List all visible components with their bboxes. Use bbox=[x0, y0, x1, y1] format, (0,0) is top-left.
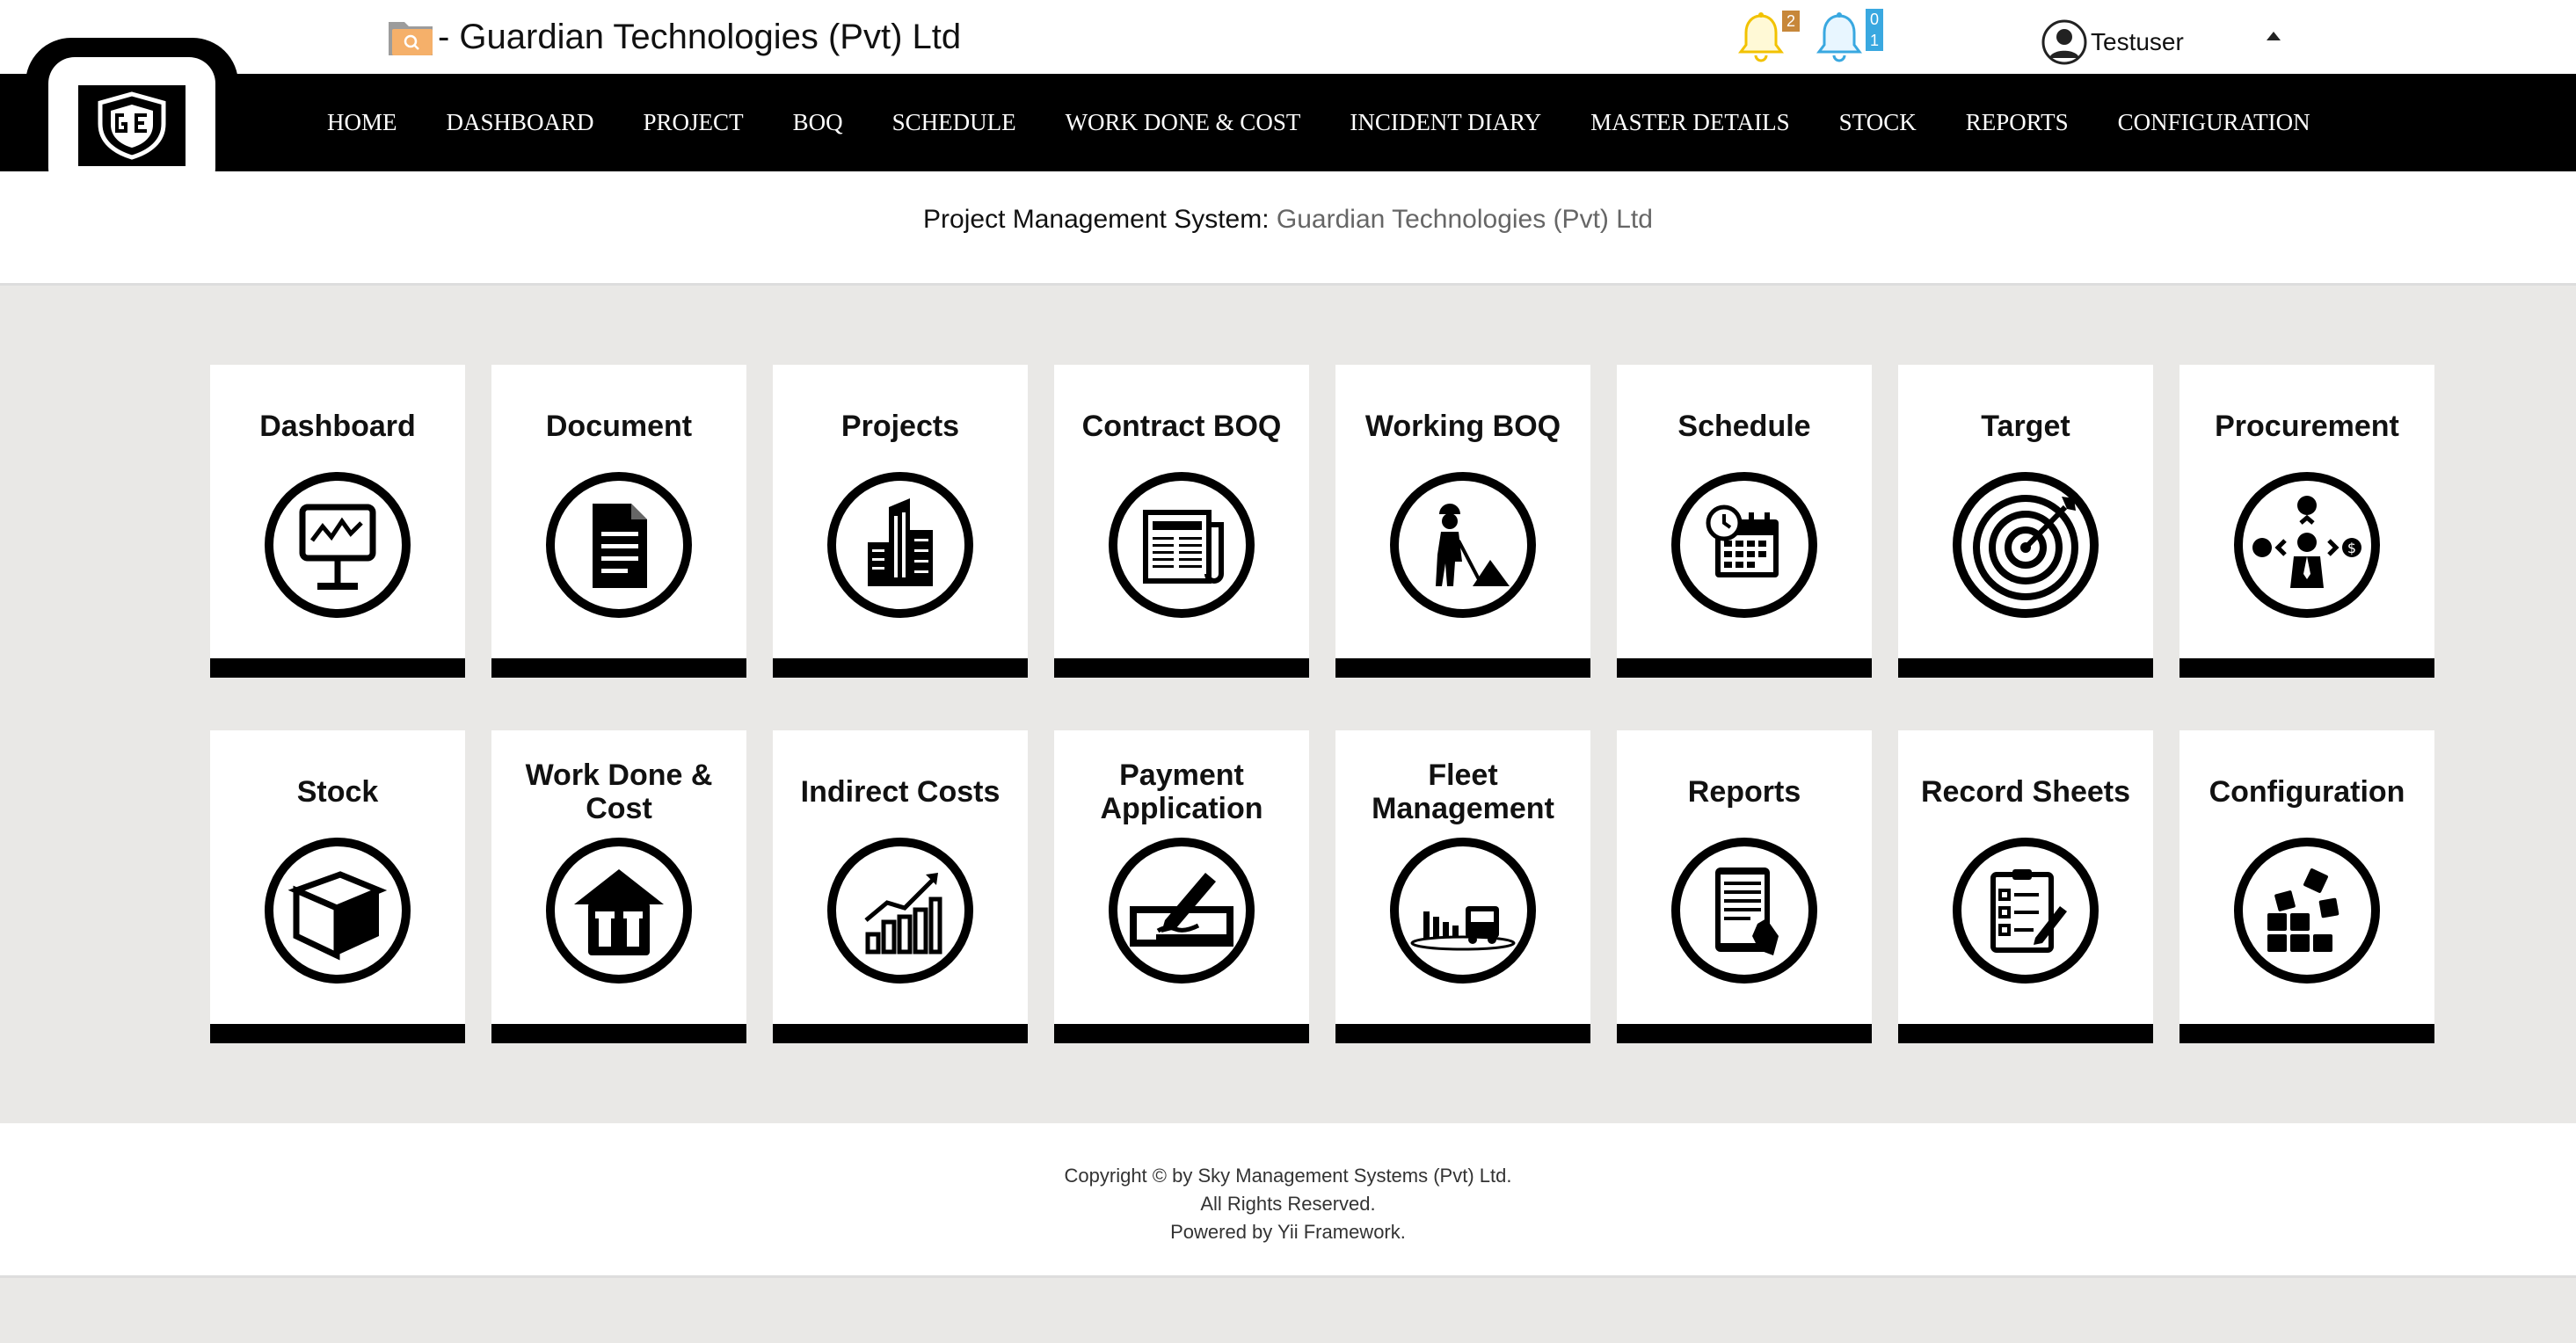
toolbox-icon bbox=[546, 838, 692, 984]
tile-label: Working BOQ bbox=[1364, 410, 1561, 443]
nav-schedule[interactable]: SCHEDULE bbox=[892, 109, 1016, 136]
tile-label: Payment Application bbox=[1100, 759, 1263, 825]
tile-indirect-costs[interactable]: Indirect Costs bbox=[773, 730, 1028, 1043]
alerts-bell-button[interactable]: 2 bbox=[1736, 11, 1801, 65]
yii-framework-link[interactable]: Yii Framework bbox=[1277, 1221, 1401, 1243]
tile-projects[interactable]: Projects bbox=[773, 365, 1028, 678]
user-menu[interactable]: Testuser bbox=[2041, 19, 2184, 65]
messages-count-badge-bottom: 1 bbox=[1866, 30, 1884, 51]
page-subtitle: Project Management System: Guardian Tech… bbox=[0, 205, 2576, 235]
cheque-pen-icon bbox=[1109, 838, 1255, 984]
building-icon bbox=[827, 472, 973, 618]
nav-configuration[interactable]: CONFIGURATION bbox=[2118, 109, 2310, 136]
module-grid: Dashboard Document Projects Contract BOQ… bbox=[210, 365, 2434, 1043]
nav-boq[interactable]: BOQ bbox=[793, 109, 843, 136]
tile-payment-application[interactable]: Payment Application bbox=[1054, 730, 1309, 1043]
nav-dashboard[interactable]: DASHBOARD bbox=[447, 109, 594, 136]
tile-contract-boq[interactable]: Contract BOQ bbox=[1054, 365, 1309, 678]
tile-label: Contract BOQ bbox=[1081, 410, 1282, 443]
tile-schedule[interactable]: Schedule bbox=[1617, 365, 1872, 678]
tile-dashboard[interactable]: Dashboard bbox=[210, 365, 465, 678]
tile-label: Procurement bbox=[2215, 410, 2399, 443]
alerts-count-badge: 2 bbox=[1782, 11, 1801, 32]
checklist-icon bbox=[1953, 838, 2099, 984]
blocks-icon bbox=[2234, 838, 2380, 984]
tile-working-boq[interactable]: Working BOQ bbox=[1335, 365, 1590, 678]
tile-label: Target bbox=[1981, 410, 2070, 443]
tile-document[interactable]: Document bbox=[491, 365, 746, 678]
tile-label: Stock bbox=[296, 775, 379, 809]
tile-reports[interactable]: Reports bbox=[1617, 730, 1872, 1043]
powered-by-prefix: Powered by bbox=[1170, 1221, 1277, 1243]
tile-label: Schedule bbox=[1677, 410, 1811, 443]
nav-menu: HOME DASHBOARD PROJECT BOQ SCHEDULE WORK… bbox=[327, 74, 2360, 171]
powered-by-line: Powered by Yii Framework. bbox=[0, 1218, 2576, 1246]
dashboard-monitor-icon bbox=[265, 472, 411, 618]
messages-count-badge-top: 0 bbox=[1866, 9, 1884, 30]
nav-incident-diary[interactable]: INCIDENT DIARY bbox=[1350, 109, 1541, 136]
nav-home[interactable]: HOME bbox=[327, 109, 397, 136]
tile-label: Document bbox=[545, 410, 693, 443]
procurement-icon: $ bbox=[2234, 472, 2380, 618]
svg-text:$: $ bbox=[2347, 540, 2356, 556]
subtitle-label: Project Management System: bbox=[923, 205, 1270, 234]
tile-stock[interactable]: Stock bbox=[210, 730, 465, 1043]
user-avatar-icon bbox=[2041, 19, 2087, 65]
shield-logo-icon bbox=[98, 91, 166, 160]
fleet-truck-icon bbox=[1390, 838, 1536, 984]
nav-work-done-cost[interactable]: WORK DONE & COST bbox=[1066, 109, 1301, 136]
rights-text: All Rights Reserved. bbox=[1200, 1193, 1376, 1215]
module-grid-area: Dashboard Document Projects Contract BOQ… bbox=[0, 286, 2576, 1123]
construction-worker-icon bbox=[1390, 472, 1536, 618]
box-icon bbox=[265, 838, 411, 984]
tile-label: Indirect Costs bbox=[800, 775, 1001, 809]
calendar-clock-icon bbox=[1671, 472, 1817, 618]
nav-stock[interactable]: STOCK bbox=[1839, 109, 1917, 136]
username: Testuser bbox=[2091, 28, 2184, 55]
tablet-report-icon bbox=[1671, 838, 1817, 984]
footer: Copyright © by Sky Management Systems (P… bbox=[0, 1123, 2576, 1278]
tile-configuration[interactable]: Configuration bbox=[2179, 730, 2434, 1043]
tile-label: Fleet Management bbox=[1372, 759, 1554, 825]
tile-label: Record Sheets bbox=[1920, 775, 2131, 809]
nav-reports[interactable]: REPORTS bbox=[1966, 109, 2069, 136]
messages-bell-button[interactable]: 0 1 bbox=[1815, 9, 1884, 65]
nav-project[interactable]: PROJECT bbox=[644, 109, 744, 136]
folder-search-icon bbox=[389, 22, 433, 55]
subtitle-value: Guardian Technologies (Pvt) Ltd bbox=[1276, 205, 1653, 234]
user-menu-caret-icon[interactable] bbox=[2267, 32, 2281, 40]
newspaper-icon bbox=[1109, 472, 1255, 618]
app-title-text: - Guardian Technologies (Pvt) Ltd bbox=[438, 17, 962, 56]
target-icon bbox=[1953, 472, 2099, 618]
tile-target[interactable]: Target bbox=[1898, 365, 2153, 678]
copyright-text: Copyright © by Sky Management Systems (P… bbox=[1064, 1165, 1512, 1187]
nav-master-details[interactable]: MASTER DETAILS bbox=[1590, 109, 1790, 136]
app-title: - Guardian Technologies (Pvt) Ltd bbox=[387, 12, 961, 62]
document-icon bbox=[546, 472, 692, 618]
tile-label: Projects bbox=[840, 410, 960, 443]
tile-label: Work Done & Cost bbox=[525, 759, 713, 825]
tile-label: Configuration bbox=[2209, 775, 2405, 809]
growth-chart-icon bbox=[827, 838, 973, 984]
bell-icon bbox=[1738, 12, 1784, 62]
subtitle-band: Project Management System: Guardian Tech… bbox=[0, 171, 2576, 286]
tile-fleet-management[interactable]: Fleet Management bbox=[1335, 730, 1590, 1043]
powered-by-suffix: . bbox=[1400, 1221, 1406, 1243]
bell-icon bbox=[1816, 12, 1862, 62]
tile-label: Reports bbox=[1687, 775, 1801, 809]
main-navbar: HOME DASHBOARD PROJECT BOQ SCHEDULE WORK… bbox=[0, 74, 2576, 171]
tile-work-done-cost[interactable]: Work Done & Cost bbox=[491, 730, 746, 1043]
tile-label: Dashboard bbox=[259, 410, 416, 443]
top-bar: - Guardian Technologies (Pvt) Ltd 2 0 1 … bbox=[0, 0, 2576, 74]
tile-procurement[interactable]: Procurement $ bbox=[2179, 365, 2434, 678]
tile-record-sheets[interactable]: Record Sheets bbox=[1898, 730, 2153, 1043]
